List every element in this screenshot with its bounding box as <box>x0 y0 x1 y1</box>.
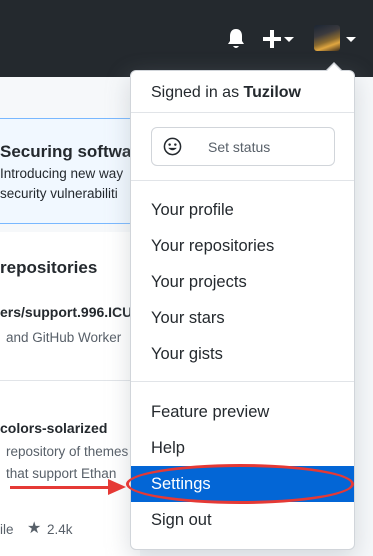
menu-item-your-profile[interactable]: Your profile <box>151 201 234 220</box>
set-status-label: Set status <box>208 139 271 155</box>
avatar <box>314 25 340 51</box>
menu-item-your-repositories[interactable]: Your repositories <box>151 237 274 256</box>
username[interactable]: Tuzilow <box>244 84 301 101</box>
star-count: 2.4k <box>47 522 73 537</box>
chevron-down-icon <box>284 37 294 42</box>
smiley-icon <box>163 137 182 156</box>
repositories-panel <box>0 232 140 556</box>
repo-link[interactable]: ers/support.996.ICU <box>0 304 132 320</box>
chevron-down-icon <box>346 37 356 42</box>
annotation-ellipse <box>126 464 354 504</box>
banner-text-line: Introducing new way <box>0 166 124 181</box>
menu-pointer <box>327 64 341 71</box>
repo-description: repository of themes <box>6 444 129 459</box>
repo-language: ile <box>0 522 14 537</box>
menu-item-feature-preview[interactable]: Feature preview <box>151 403 269 422</box>
divider <box>0 380 140 381</box>
top-navigation-bar <box>0 0 373 77</box>
signed-in-as: Signed in as Tuzilow <box>151 84 301 102</box>
repo-description: and GitHub Worker <box>6 330 122 345</box>
banner-title: Securing softwar <box>0 142 138 161</box>
menu-item-your-projects[interactable]: Your projects <box>151 273 247 292</box>
divider <box>131 381 354 382</box>
star-icon: ★ <box>27 520 42 537</box>
menu-item-help[interactable]: Help <box>151 439 185 458</box>
divider <box>131 180 354 181</box>
menu-item-your-stars[interactable]: Your stars <box>151 309 225 328</box>
user-menu-button[interactable] <box>314 25 358 53</box>
annotation-arrow-head <box>108 479 126 495</box>
plus-icon <box>263 30 281 48</box>
annotation-arrow-shaft <box>10 486 110 489</box>
repo-description: that support Ethan <box>6 466 117 481</box>
menu-item-your-gists[interactable]: Your gists <box>151 345 223 364</box>
repo-link[interactable]: colors-solarized <box>0 420 107 436</box>
divider <box>131 112 354 113</box>
menu-item-sign-out[interactable]: Sign out <box>151 511 212 530</box>
set-status-button[interactable]: Set status <box>151 127 335 166</box>
signed-in-label: Signed in as <box>151 84 244 101</box>
repositories-heading: repositories <box>0 258 98 277</box>
create-new-dropdown[interactable] <box>262 28 296 50</box>
banner-text-line: security vulnerabiliti <box>0 186 118 201</box>
bell-icon[interactable] <box>226 28 246 50</box>
